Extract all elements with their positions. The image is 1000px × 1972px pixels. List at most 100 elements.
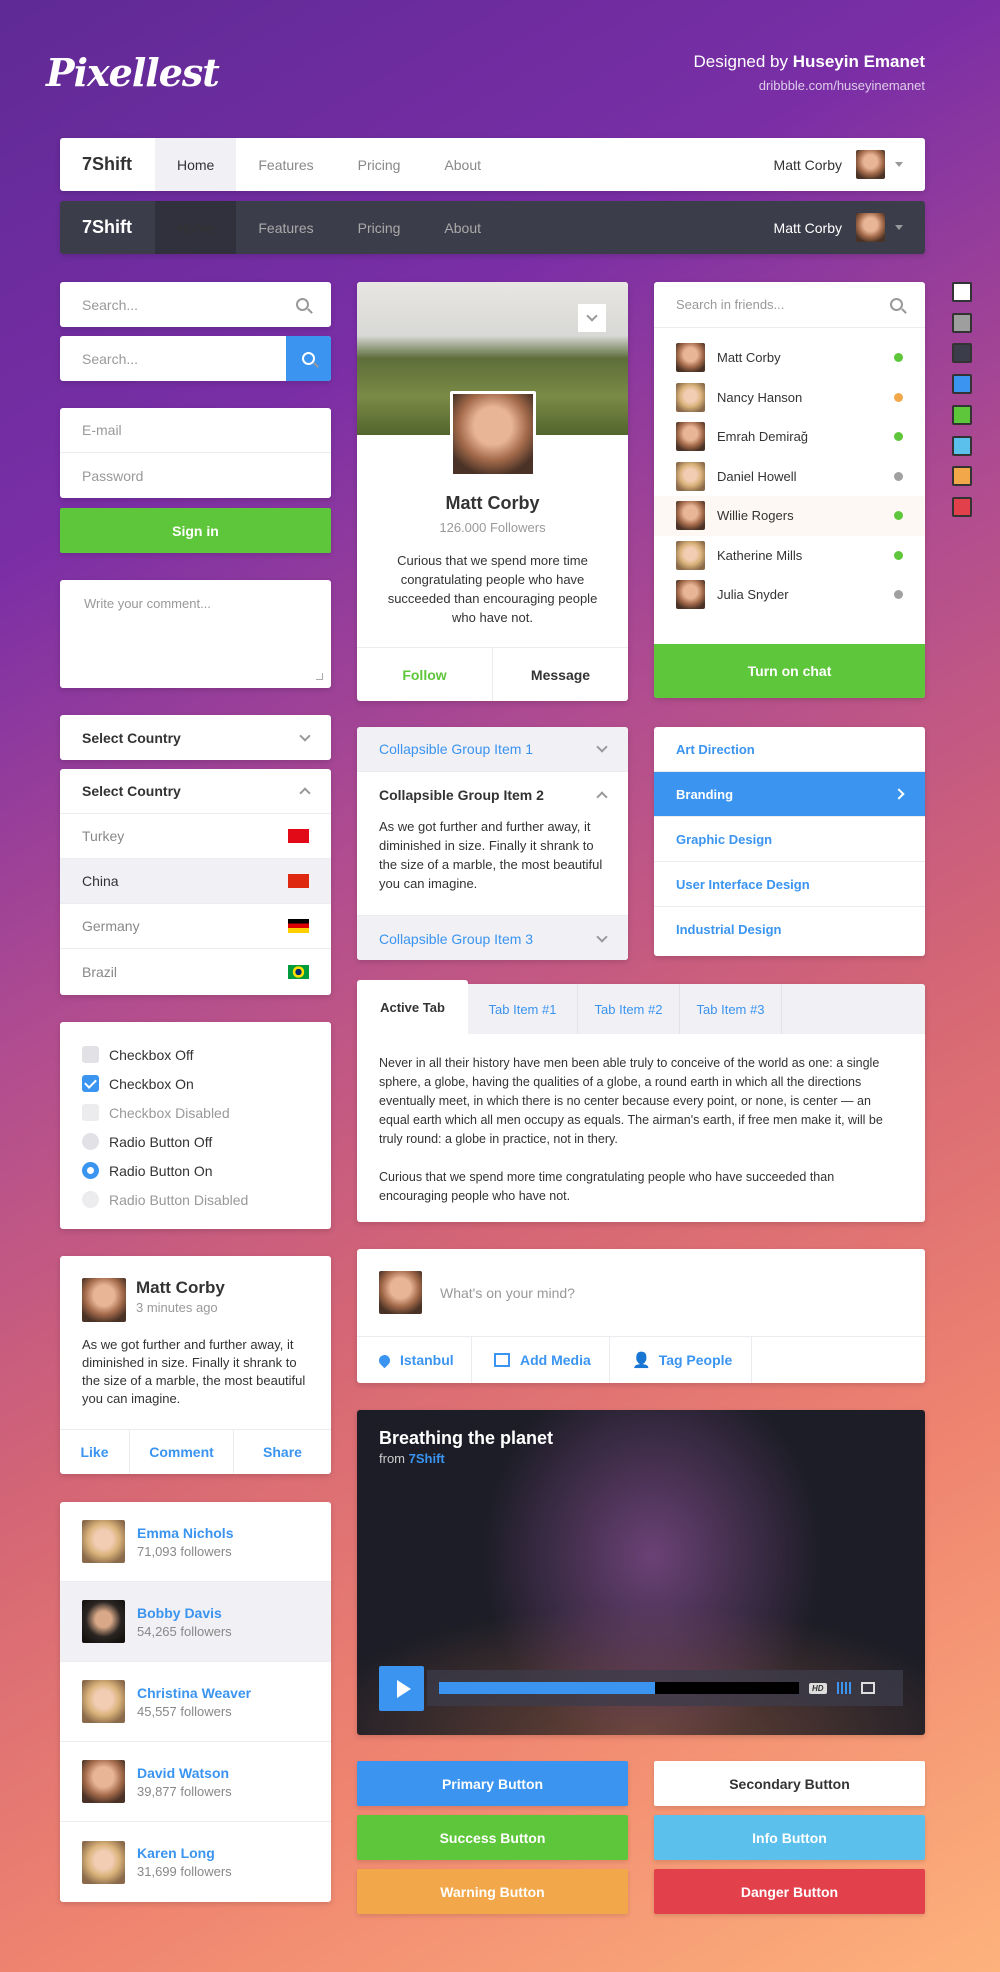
info-button[interactable]: Info Button [654, 1815, 925, 1860]
friend-item[interactable]: Nancy Hanson [654, 378, 925, 418]
menu-item-graphic-design[interactable]: Graphic Design [654, 817, 925, 862]
select-header[interactable]: Select Country [60, 769, 331, 814]
like-button[interactable]: Like [60, 1430, 130, 1474]
search-icon[interactable] [296, 298, 309, 311]
user-menu[interactable]: Matt Corby [774, 213, 925, 242]
avatar [676, 540, 705, 570]
nav-pricing[interactable]: Pricing [336, 138, 423, 191]
password-field[interactable]: Password [60, 453, 331, 498]
friend-item[interactable]: Katherine Mills [654, 536, 925, 576]
follower-name[interactable]: Karen Long [137, 1845, 232, 1861]
tab-item-1[interactable]: Tab Item #1 [468, 984, 578, 1034]
category-menu: Art Direction Branding Graphic Design Us… [654, 727, 925, 956]
nav-features[interactable]: Features [236, 201, 335, 254]
brand[interactable]: 7Shift [60, 154, 155, 175]
friend-item[interactable]: Daniel Howell [654, 457, 925, 497]
radio-off[interactable]: Radio Button Off [82, 1127, 309, 1156]
dribbble-link[interactable]: dribbble.com/huseyinemanet [693, 78, 925, 93]
friend-item[interactable]: Willie Rogers [654, 496, 925, 536]
message-button[interactable]: Message [493, 648, 628, 701]
menu-item-branding[interactable]: Branding [654, 772, 925, 817]
comment-textarea[interactable]: Write your comment... [60, 580, 331, 688]
post-author[interactable]: Matt Corby [136, 1278, 225, 1298]
secondary-button[interactable]: Secondary Button [654, 1761, 925, 1806]
follower-name[interactable]: Christina Weaver [137, 1685, 251, 1701]
friend-item[interactable]: Matt Corby [654, 338, 925, 378]
menu-item-industrial-design[interactable]: Industrial Design [654, 907, 925, 952]
video-title: Breathing the planet [379, 1428, 554, 1448]
menu-item-ui-design[interactable]: User Interface Design [654, 862, 925, 907]
video-progress-bar[interactable] [439, 1682, 799, 1694]
accordion-header[interactable]: Collapsible Group Item 2 [357, 772, 628, 817]
user-menu[interactable]: Matt Corby [774, 150, 925, 179]
image-icon [494, 1353, 510, 1367]
status-input[interactable]: What's on your mind? [440, 1285, 575, 1301]
follower-name[interactable]: Emma Nichols [137, 1525, 233, 1541]
option-turkey[interactable]: Turkey [60, 814, 331, 859]
follow-button[interactable]: Follow [357, 648, 493, 701]
option-brazil[interactable]: Brazil [60, 949, 331, 994]
nav-about[interactable]: About [422, 138, 503, 191]
color-swatch [952, 466, 972, 487]
video-channel-link[interactable]: 7Shift [409, 1451, 445, 1466]
follower-name[interactable]: Bobby Davis [137, 1605, 232, 1621]
sign-in-button[interactable]: Sign in [60, 508, 331, 553]
search-field-button[interactable]: Search... [60, 336, 331, 381]
nav-pricing[interactable]: Pricing [336, 201, 423, 254]
hd-toggle[interactable]: HD [809, 1682, 827, 1694]
volume-icon[interactable] [836, 1682, 851, 1694]
list-item[interactable]: Christina Weaver 45,557 followers [60, 1662, 331, 1742]
checkbox-icon [82, 1104, 99, 1121]
primary-button[interactable]: Primary Button [357, 1761, 628, 1806]
option-china[interactable]: China [60, 859, 331, 904]
warning-button[interactable]: Warning Button [357, 1869, 628, 1914]
list-item[interactable]: David Watson 39,877 followers [60, 1742, 331, 1822]
nav-home[interactable]: Home [155, 138, 237, 191]
nav-home[interactable]: Home [155, 201, 237, 254]
nav-about[interactable]: About [422, 201, 503, 254]
option-germany[interactable]: Germany [60, 904, 331, 949]
search-field[interactable]: Search... [60, 282, 331, 327]
nav-features[interactable]: Features [236, 138, 335, 191]
tab-item-2[interactable]: Tab Item #2 [578, 984, 680, 1034]
list-item[interactable]: Emma Nichols 71,093 followers [60, 1502, 331, 1582]
radio-icon [82, 1133, 99, 1150]
tab-active[interactable]: Active Tab [357, 980, 468, 1034]
email-field[interactable]: E-mail [60, 408, 331, 453]
share-button[interactable]: Share [234, 1430, 331, 1474]
radio-on[interactable]: Radio Button On [82, 1156, 309, 1185]
resize-handle-icon[interactable] [316, 673, 323, 680]
tag-people-button[interactable]: 👤 Tag People [610, 1337, 752, 1383]
tab-paragraph: Never in all their history have men been… [379, 1056, 883, 1146]
tab-item-3[interactable]: Tab Item #3 [680, 984, 782, 1034]
fullscreen-icon[interactable] [860, 1682, 875, 1694]
control-label: Checkbox On [109, 1075, 194, 1092]
accordion-item-1[interactable]: Collapsible Group Item 1 [357, 727, 628, 772]
friend-name: Matt Corby [717, 350, 781, 366]
turn-on-chat-button[interactable]: Turn on chat [654, 644, 925, 698]
country-select-closed[interactable]: Select Country [60, 715, 331, 760]
menu-item-art-direction[interactable]: Art Direction [654, 727, 925, 772]
checkbox-off[interactable]: Checkbox Off [82, 1040, 309, 1069]
search-button[interactable] [286, 336, 331, 381]
location-button[interactable]: Istanbul [357, 1337, 472, 1383]
list-item[interactable]: Bobby Davis 54,265 followers [60, 1582, 331, 1662]
success-button[interactable]: Success Button [357, 1815, 628, 1860]
avatar [82, 1600, 125, 1643]
brand[interactable]: 7Shift [60, 217, 155, 238]
friend-item[interactable]: Emrah Demirağ [654, 417, 925, 457]
danger-button[interactable]: Danger Button [654, 1869, 925, 1914]
play-button[interactable] [379, 1666, 424, 1711]
search-placeholder: Search... [82, 296, 139, 313]
list-item[interactable]: Karen Long 31,699 followers [60, 1822, 331, 1902]
friend-item[interactable]: Julia Snyder [654, 575, 925, 615]
comment-button[interactable]: Comment [130, 1430, 234, 1474]
post-text: As we got further and further away, it d… [82, 1337, 306, 1406]
option-label: Brazil [82, 963, 118, 980]
friends-search[interactable]: Search in friends... [654, 282, 925, 328]
follower-name[interactable]: David Watson [137, 1765, 232, 1781]
add-media-button[interactable]: Add Media [472, 1337, 610, 1383]
checkbox-on[interactable]: Checkbox On [82, 1069, 309, 1098]
accordion-item-3[interactable]: Collapsible Group Item 3 [357, 916, 628, 960]
dropdown-button[interactable] [578, 304, 606, 332]
